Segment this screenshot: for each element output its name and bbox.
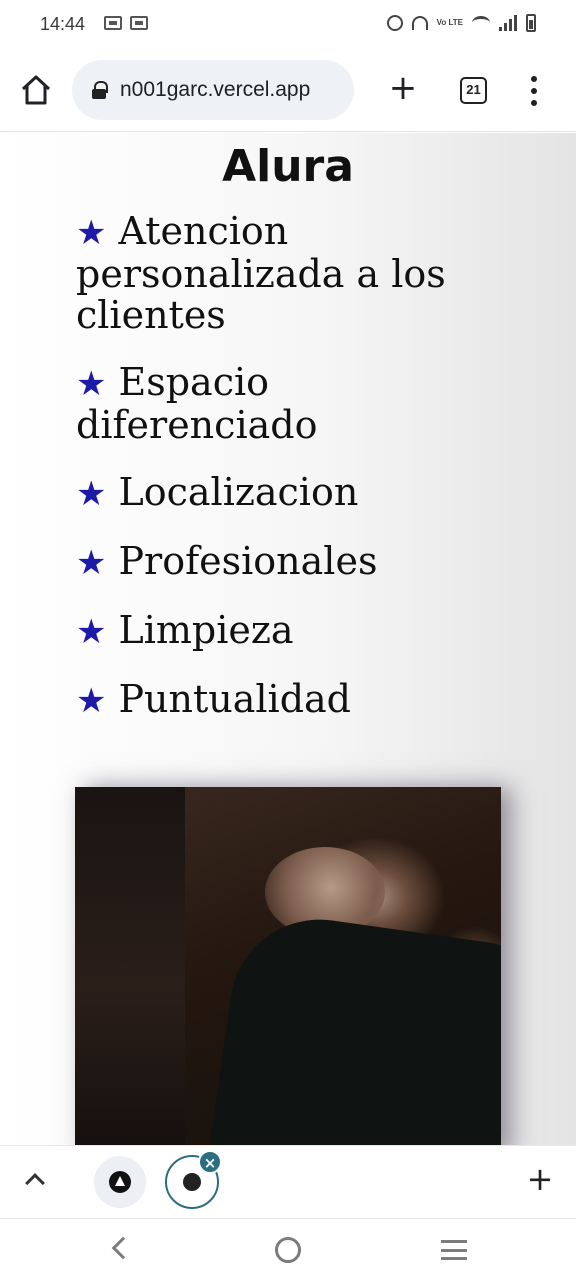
notification-icon <box>104 16 122 30</box>
feature-label: Puntualidad <box>118 677 352 721</box>
feature-list: ★ Atencion personalizada a los clientes ★ E… <box>76 211 476 748</box>
lock-icon <box>92 81 108 99</box>
chevron-up-icon[interactable] <box>25 1173 45 1193</box>
star-icon: ★ <box>76 474 107 514</box>
status-bar: 14:44 Vo LTE <box>0 0 576 50</box>
feature-item: ★ Profesionales <box>76 541 476 584</box>
volte-icon: Vo LTE <box>436 18 463 27</box>
home-circle-icon[interactable] <box>275 1237 301 1263</box>
star-icon: ★ <box>76 681 107 721</box>
alarm-icon <box>386 15 403 31</box>
photo-cape <box>209 907 501 1145</box>
feature-item: ★ Limpieza <box>76 610 476 653</box>
page-brand-title: Alura <box>222 141 354 192</box>
recents-icon[interactable] <box>441 1240 467 1260</box>
menu-dot <box>531 100 537 106</box>
battery-icon <box>526 14 536 32</box>
feature-item: ★ Espacio diferenciado <box>76 362 476 446</box>
address-bar[interactable]: n001garc.vercel.app <box>72 60 354 120</box>
status-time: 14:44 <box>40 14 86 34</box>
feature-label: Atencion personalizada a los clientes <box>76 209 446 337</box>
system-status-icons: Vo LTE <box>386 14 536 32</box>
menu-dot <box>531 76 537 82</box>
wifi-icon <box>472 16 490 30</box>
feature-item: ★ Localizacion <box>76 472 476 515</box>
browser-toolbar: n001garc.vercel.app + 21 <box>0 50 576 132</box>
photo-arm <box>75 787 185 1145</box>
feature-label: Espacio diferenciado <box>76 360 318 447</box>
close-tab-button[interactable]: × <box>198 1150 222 1174</box>
web-page: Alura ★ Atencion personalizada a los clie… <box>0 133 576 1145</box>
feature-label: Profesionales <box>118 539 378 583</box>
back-icon[interactable] <box>111 1236 135 1260</box>
star-icon: ★ <box>76 612 107 652</box>
home-button[interactable] <box>18 72 54 108</box>
site-logo-icon <box>109 1171 131 1193</box>
feature-label: Localizacion <box>118 470 359 514</box>
star-icon: ★ <box>76 364 107 404</box>
star-icon: ★ <box>76 543 107 583</box>
notification-icon <box>130 16 148 30</box>
system-nav-bar <box>0 1218 576 1280</box>
barber-logo-icon <box>183 1173 201 1191</box>
barber-photo <box>75 787 501 1145</box>
tab-thumbnail[interactable] <box>94 1156 146 1208</box>
feature-item: ★ Atencion personalizada a los clientes <box>76 211 476 336</box>
url-text: n001garc.vercel.app <box>120 78 311 101</box>
tab-group-strip: × + <box>0 1145 576 1218</box>
signal-icon <box>499 15 517 31</box>
tab-switcher-button[interactable]: 21 <box>460 77 487 104</box>
headphones-icon <box>411 16 428 30</box>
menu-dot <box>531 88 537 94</box>
feature-label: Limpieza <box>118 608 294 652</box>
add-tab-button[interactable]: + <box>526 1162 554 1196</box>
star-icon: ★ <box>76 213 107 253</box>
home-icon <box>21 75 51 105</box>
feature-item: ★ Puntualidad <box>76 679 476 722</box>
overflow-menu-button[interactable] <box>524 76 544 106</box>
notification-icons <box>104 16 148 30</box>
new-tab-button[interactable]: + <box>388 71 418 105</box>
